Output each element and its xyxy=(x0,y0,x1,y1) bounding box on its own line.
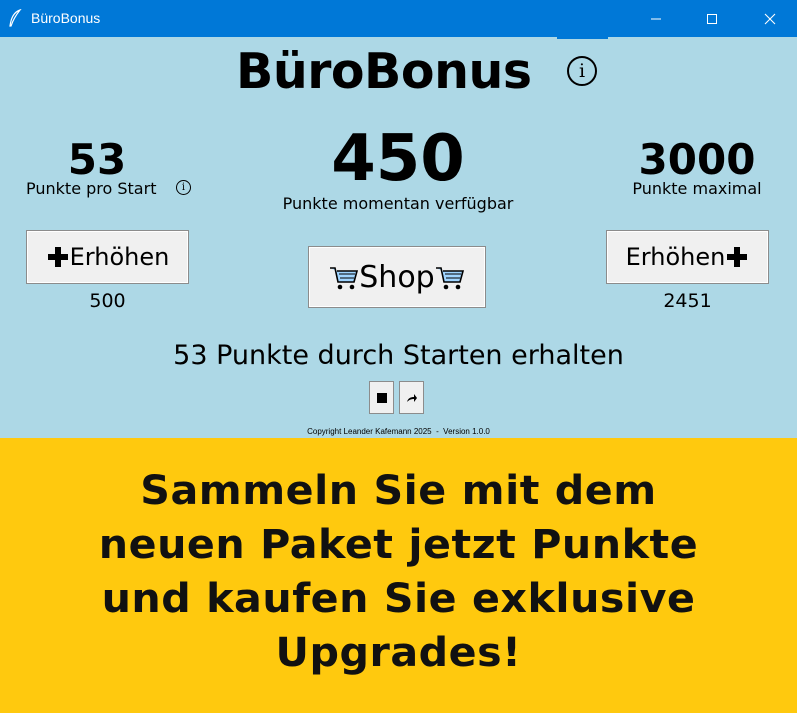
ad-banner[interactable]: Sammeln Sie mit dem neuen Paket jetzt Pu… xyxy=(0,438,797,713)
app-title: BüroBonus xyxy=(236,43,532,100)
increase-right-label: Erhöhen xyxy=(625,243,726,271)
cart-icon xyxy=(435,264,465,290)
copyright-text: Copyright Leander Kafemann 2025 - Versio… xyxy=(307,427,490,436)
points-max-value: 3000 xyxy=(638,135,756,184)
points-per-start-value: 53 xyxy=(67,135,127,184)
points-available-value: 450 xyxy=(331,122,465,196)
title-accent-bar xyxy=(557,36,608,39)
title-bar: BüroBonus xyxy=(0,0,797,37)
stop-icon xyxy=(376,388,387,407)
shop-label: Shop xyxy=(359,259,435,295)
stop-button[interactable] xyxy=(369,381,394,414)
forward-arrow-icon xyxy=(406,388,418,407)
info-icon[interactable]: i xyxy=(567,56,597,86)
points-max-label: Punkte maximal xyxy=(632,179,762,198)
points-available-label: Punkte momentan verfügbar xyxy=(282,194,514,213)
plus-icon xyxy=(46,245,70,269)
banner-line: neuen Paket jetzt Punkte xyxy=(98,522,699,568)
banner-line: Upgrades! xyxy=(275,630,522,676)
feather-icon xyxy=(8,8,22,27)
increase-points-per-start-button[interactable]: Erhöhen xyxy=(26,230,189,284)
status-message: 53 Punkte durch Starten erhalten xyxy=(173,340,624,371)
shop-button[interactable]: Shop xyxy=(308,246,486,308)
increase-right-cost: 2451 xyxy=(663,290,712,312)
points-per-start-label: Punkte pro Start xyxy=(26,179,157,198)
increase-left-label: Erhöhen xyxy=(69,243,170,271)
banner-line: Sammeln Sie mit dem xyxy=(140,468,657,514)
plus-icon xyxy=(725,245,749,269)
close-button[interactable] xyxy=(747,0,793,37)
points-per-start-info-icon[interactable]: i xyxy=(176,180,191,195)
maximize-button[interactable] xyxy=(689,0,735,37)
minimize-button[interactable] xyxy=(633,0,679,37)
banner-text: Sammeln Sie mit dem neuen Paket jetzt Pu… xyxy=(0,464,797,680)
increase-points-max-button[interactable]: Erhöhen xyxy=(606,230,769,284)
cart-icon xyxy=(329,264,359,290)
forward-button[interactable] xyxy=(399,381,424,414)
window-title: BüroBonus xyxy=(31,10,101,26)
increase-left-cost: 500 xyxy=(89,290,126,312)
banner-line: und kaufen Sie exklusive xyxy=(101,576,696,622)
